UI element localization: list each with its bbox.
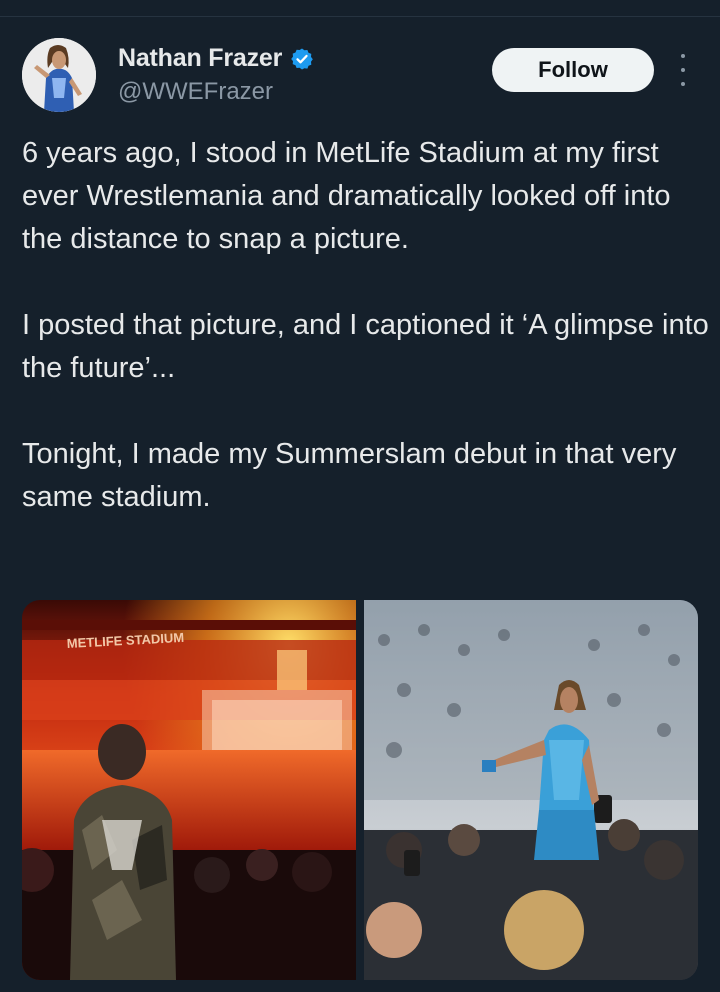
author-name[interactable]: Nathan Frazer	[118, 44, 282, 73]
tweet-paragraph: 6 years ago, I stood in MetLife Stadium …	[22, 137, 671, 255]
summerslam-photo[interactable]	[364, 600, 698, 980]
verified-badge-icon	[290, 47, 314, 71]
tweet-paragraph: I posted that picture, and I captioned i…	[22, 309, 709, 384]
author-name-row: Nathan Frazer	[118, 44, 314, 73]
more-vertical-icon[interactable]	[674, 54, 692, 86]
follow-button[interactable]: Follow	[492, 48, 654, 92]
top-divider	[0, 16, 720, 17]
author-handle[interactable]: @WWEFrazer	[118, 78, 273, 106]
tweet-text: 6 years ago, I stood in MetLife Stadium …	[22, 132, 712, 519]
avatar[interactable]	[22, 38, 96, 112]
tweet-media: METLIFE STADIUM	[22, 600, 698, 980]
tweet-paragraph: Tonight, I made my Summerslam debut in t…	[22, 438, 677, 513]
stadium-photo[interactable]: METLIFE STADIUM	[22, 600, 356, 980]
